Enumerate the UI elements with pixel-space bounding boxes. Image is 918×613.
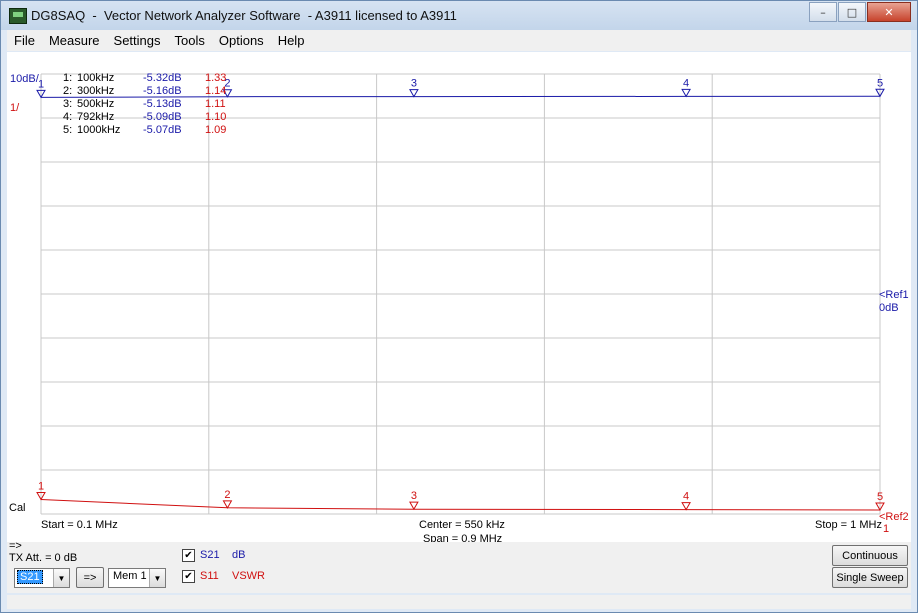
- marker-db: -5.13dB: [143, 98, 182, 110]
- arrow-label: =>: [9, 540, 22, 552]
- traces: [40, 95, 881, 511]
- marker-freq: 100kHz: [77, 72, 115, 84]
- trace2-checkbox[interactable]: ✔: [182, 570, 195, 583]
- menu-tools[interactable]: Tools: [168, 33, 212, 48]
- marker-freq: 500kHz: [77, 98, 115, 110]
- marker-triangle: [409, 89, 419, 98]
- app-icon: [9, 8, 27, 24]
- cal-label: Cal: [9, 502, 26, 514]
- marker-triangle: [409, 501, 419, 511]
- marker-freq: 1000kHz: [77, 124, 121, 136]
- chevron-down-icon[interactable]: ▼: [149, 569, 165, 587]
- marker-number: 2: [224, 489, 230, 501]
- marker-triangle: [222, 500, 233, 509]
- menu-help[interactable]: Help: [271, 33, 312, 48]
- tx-att-label: TX Att. = 0 dB: [9, 552, 78, 564]
- marker-num: 1:: [63, 72, 73, 84]
- center-freq-label: Center = 550 kHz: [419, 519, 505, 531]
- marker-num: 2:: [63, 85, 73, 97]
- control-panel: => TX Att. = 0 dB S21 ▼ => Mem 1 ▼ ✔ S21…: [7, 540, 911, 593]
- trace-select-value: S21: [17, 570, 43, 584]
- client-area: 1234512345 10dB/ 1/ 1: 100kHz -5.32dB 1.33 2…: [7, 52, 911, 593]
- marker-triangle: [681, 502, 691, 511]
- marker-vswr: 1.09: [205, 124, 227, 136]
- marker-number: 1: [38, 480, 44, 492]
- trace2-name: S11: [200, 570, 219, 582]
- maximize-button[interactable]: □: [838, 2, 866, 22]
- grid: [40, 73, 881, 515]
- marker-vswr: 1.11: [205, 98, 226, 110]
- marker-number: 4: [683, 491, 689, 503]
- marker-db: -5.09dB: [143, 111, 182, 123]
- trace-s11: [40, 499, 881, 511]
- marker-number: 5: [877, 77, 883, 89]
- marker-vswr: 1.33: [205, 72, 227, 84]
- memory-select[interactable]: Mem 1 ▼: [108, 568, 166, 588]
- trace1-scale-label: 10dB/: [10, 73, 39, 85]
- trace-select[interactable]: S21 ▼: [14, 568, 70, 588]
- close-button[interactable]: ✕: [867, 2, 911, 22]
- title-bar[interactable]: DG8SAQ - Vector Network Analyzer Softwar…: [1, 1, 917, 30]
- single-sweep-button[interactable]: Single Sweep: [832, 567, 908, 588]
- minimize-button[interactable]: –: [809, 2, 837, 22]
- marker-vswr: 1.14: [205, 85, 227, 97]
- trace2-unit: VSWR: [232, 570, 265, 582]
- stop-freq-label: Stop = 1 MHz: [815, 519, 882, 531]
- marker-vswr: 1.10: [205, 111, 227, 123]
- marker-db: -5.16dB: [143, 85, 182, 97]
- marker-db: -5.32dB: [143, 72, 182, 84]
- ref2-value: 1: [883, 523, 890, 535]
- marker-num: 3:: [63, 98, 73, 110]
- marker-num: 5:: [63, 124, 73, 136]
- marker-db: -5.07dB: [143, 124, 182, 136]
- menu-file[interactable]: File: [7, 33, 42, 48]
- marker-number: 4: [683, 77, 689, 89]
- ref1-label: <Ref1: [879, 289, 909, 301]
- start-freq-label: Start = 0.1 MHz: [41, 519, 118, 531]
- memory-select-value: Mem 1: [113, 570, 147, 582]
- trace1-checkbox[interactable]: ✔: [182, 549, 195, 562]
- chevron-down-icon[interactable]: ▼: [53, 569, 69, 587]
- ref1-value: 0dB: [879, 302, 899, 314]
- copy-to-memory-button[interactable]: =>: [76, 567, 104, 588]
- continuous-button[interactable]: Continuous: [832, 545, 908, 566]
- trace2-scale-label: 1/: [10, 102, 20, 114]
- marker-freq: 792kHz: [77, 111, 115, 123]
- trace1-unit: dB: [232, 549, 246, 561]
- marker-num: 4:: [63, 111, 73, 123]
- marker-number: 3: [411, 490, 417, 502]
- menu-options[interactable]: Options: [212, 33, 271, 48]
- marker-freq: 300kHz: [77, 85, 115, 97]
- menu-measure[interactable]: Measure: [42, 33, 107, 48]
- marker-number: 5: [877, 491, 883, 503]
- ref2-label: <Ref2: [879, 511, 909, 523]
- trace1-name: S21: [200, 549, 220, 561]
- app-window: DG8SAQ - Vector Network Analyzer Softwar…: [0, 0, 918, 613]
- marker-number: 3: [411, 78, 417, 90]
- status-bar: [7, 595, 911, 609]
- menu-settings[interactable]: Settings: [107, 33, 168, 48]
- marker-triangle: [681, 88, 691, 98]
- menu-bar: File Measure Settings Tools Options Help: [7, 30, 911, 51]
- window-title: DG8SAQ - Vector Network Analyzer Softwar…: [31, 8, 457, 23]
- plot-area[interactable]: 1234512345 10dB/ 1/ 1: 100kHz -5.32dB 1.33 2…: [7, 52, 911, 545]
